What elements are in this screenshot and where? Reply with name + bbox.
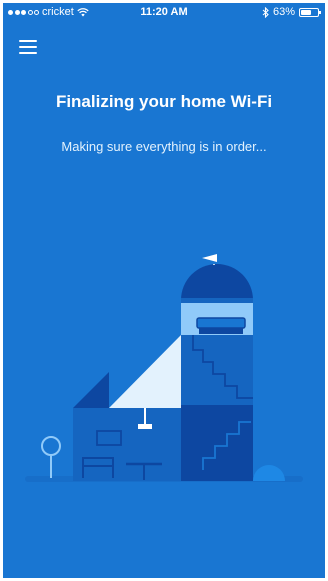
bush [253,465,285,481]
tower-band [181,298,253,303]
flag-icon [202,254,217,262]
router-device [196,317,246,329]
tower-dome [181,264,253,300]
battery-fill [301,9,311,15]
house-roof-dark [73,372,109,408]
battery-icon [299,7,321,17]
light-beam [109,335,181,408]
tower-upper [181,335,253,405]
page-title: Finalizing your home Wi-Fi [55,92,273,111]
hamburger-menu-icon[interactable] [19,40,37,54]
lamp-shade [138,424,152,429]
house-body [73,408,181,481]
street-lamp-head [41,436,61,456]
home-wifi-illustration [25,254,303,482]
bluetooth-icon [262,6,269,18]
app-screen: cricket 11:20 AM 63% Finalizing your hom… [3,3,325,578]
status-bar: cricket 11:20 AM 63% [3,3,325,23]
tower-lower [181,405,253,481]
battery-percentage: 63% [272,6,295,18]
status-bar-right: 63% [262,6,321,18]
status-message: Making sure everything is in order... [61,139,267,154]
